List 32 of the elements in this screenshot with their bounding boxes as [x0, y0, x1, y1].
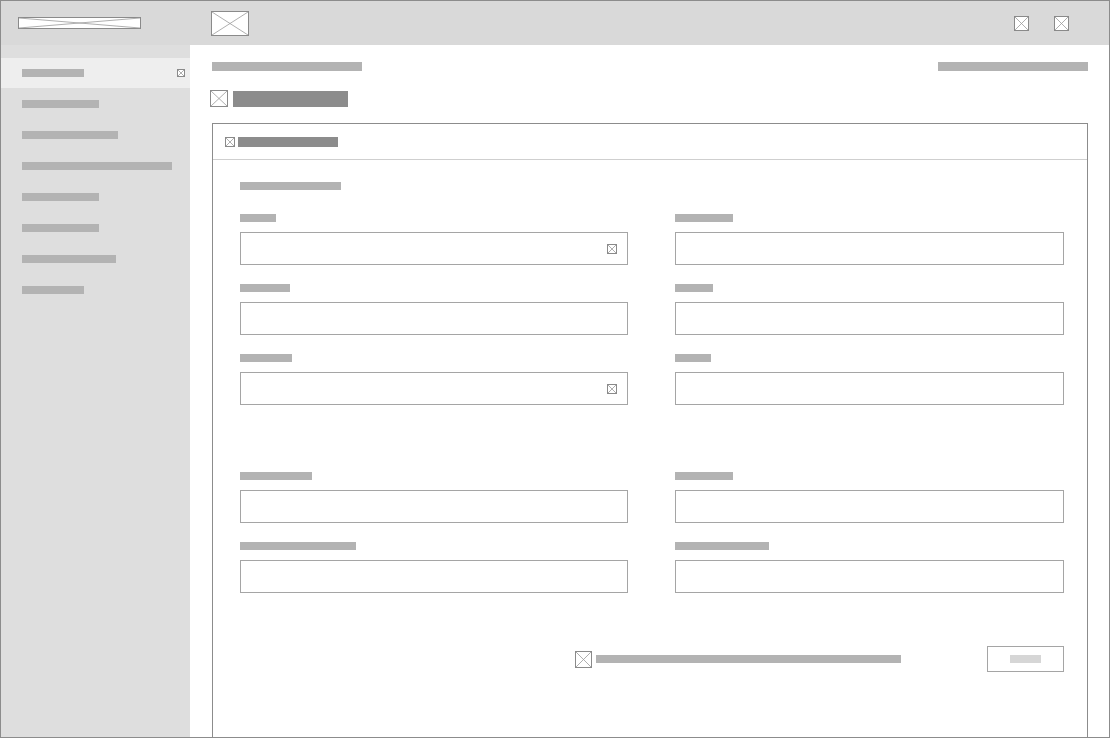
close-icon[interactable]	[1054, 15, 1069, 31]
input-field[interactable]	[675, 560, 1064, 593]
logo-image-icon	[18, 17, 141, 29]
input-field[interactable]	[675, 232, 1064, 265]
placeholder-bar	[240, 284, 290, 292]
input-field[interactable]	[675, 302, 1064, 335]
placeholder-bar	[22, 286, 84, 294]
input-field[interactable]	[675, 490, 1064, 523]
placeholder-bar	[675, 214, 733, 222]
image-icon	[225, 136, 235, 147]
checkbox[interactable]	[575, 650, 592, 668]
placeholder-bar	[240, 472, 312, 480]
input-field[interactable]	[240, 302, 628, 335]
placeholder-bar	[675, 472, 733, 480]
sidebar-item[interactable]	[1, 58, 190, 88]
close-icon[interactable]	[177, 69, 185, 77]
dropdown-field[interactable]	[240, 372, 628, 405]
dropdown-icon	[607, 383, 617, 394]
submit-button[interactable]	[987, 646, 1064, 672]
input-field[interactable]	[675, 372, 1064, 405]
placeholder-bar	[22, 69, 84, 77]
input-field[interactable]	[240, 560, 628, 593]
placeholder-bar	[675, 354, 711, 362]
input-field[interactable]	[240, 490, 628, 523]
dropdown-field[interactable]	[240, 232, 628, 265]
placeholder-bar	[675, 284, 713, 292]
dropdown-icon	[607, 243, 617, 254]
placeholder-bar	[240, 214, 276, 222]
placeholder-bar	[1010, 655, 1041, 663]
placeholder-bar	[240, 354, 292, 362]
image-icon	[210, 90, 228, 107]
image-icon	[211, 10, 249, 36]
